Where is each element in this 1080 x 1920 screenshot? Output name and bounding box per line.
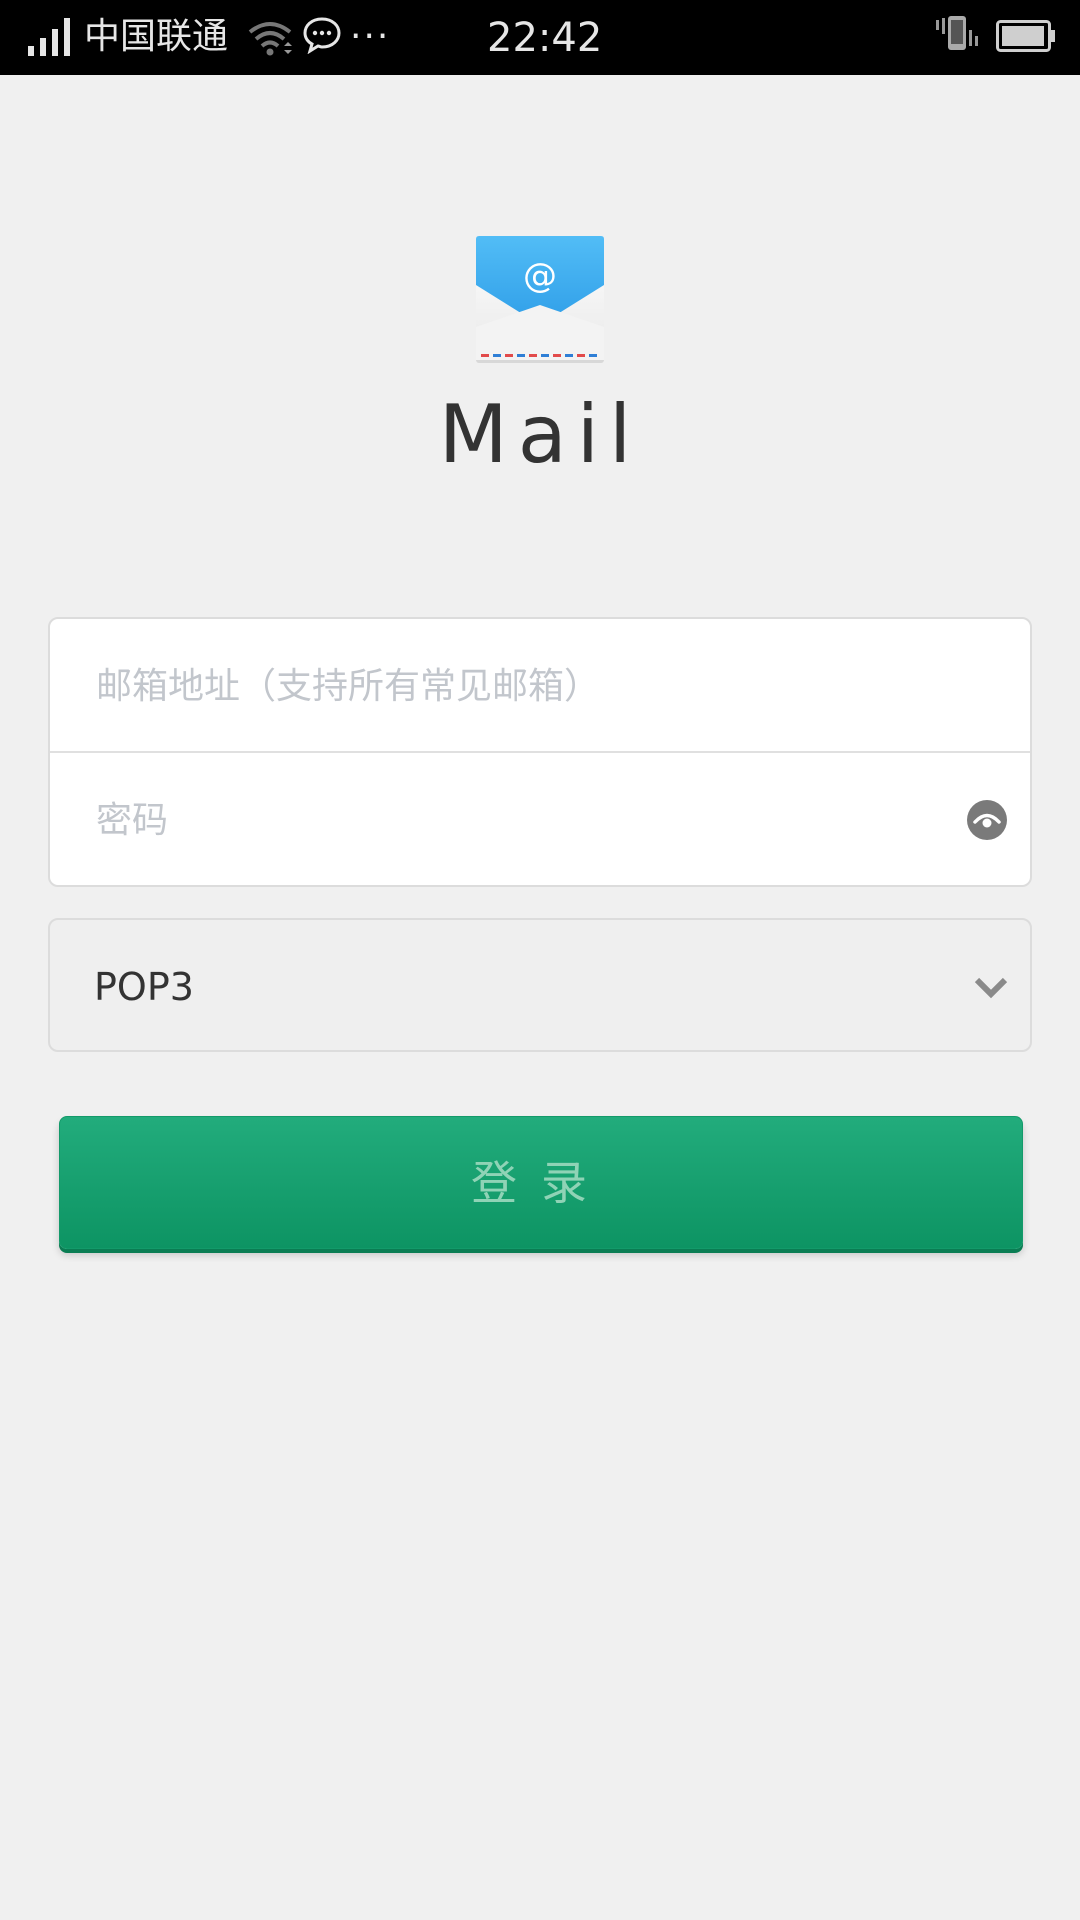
password-input[interactable] [94,783,974,857]
wifi-icon [248,22,292,56]
svg-text:@: @ [523,256,557,296]
status-bar: 中国联通 ··· 22:42 [0,0,1080,75]
chat-icon [303,17,341,54]
battery-icon [996,20,1055,52]
more-notifications-indicator: ··· [350,16,391,57]
chevron-down-icon [974,977,1008,999]
login-button-label: 登录 [471,1156,611,1210]
signal-icon [28,18,70,56]
vibrate-icon [936,16,978,50]
eye-icon[interactable] [966,799,1008,841]
protocol-select[interactable]: POP3 [48,918,1032,1052]
email-input[interactable] [94,649,974,723]
status-time: 22:42 [487,15,603,61]
protocol-value: POP3 [94,965,194,1009]
carrier-name: 中国联通 [84,16,229,57]
login-button[interactable]: 登录 [59,1116,1023,1249]
email-field-row [50,619,1030,753]
password-field-row [50,753,1030,887]
mail-envelope-icon: @ [476,236,604,363]
credentials-card [48,617,1032,887]
app-title: Mail [438,388,642,481]
